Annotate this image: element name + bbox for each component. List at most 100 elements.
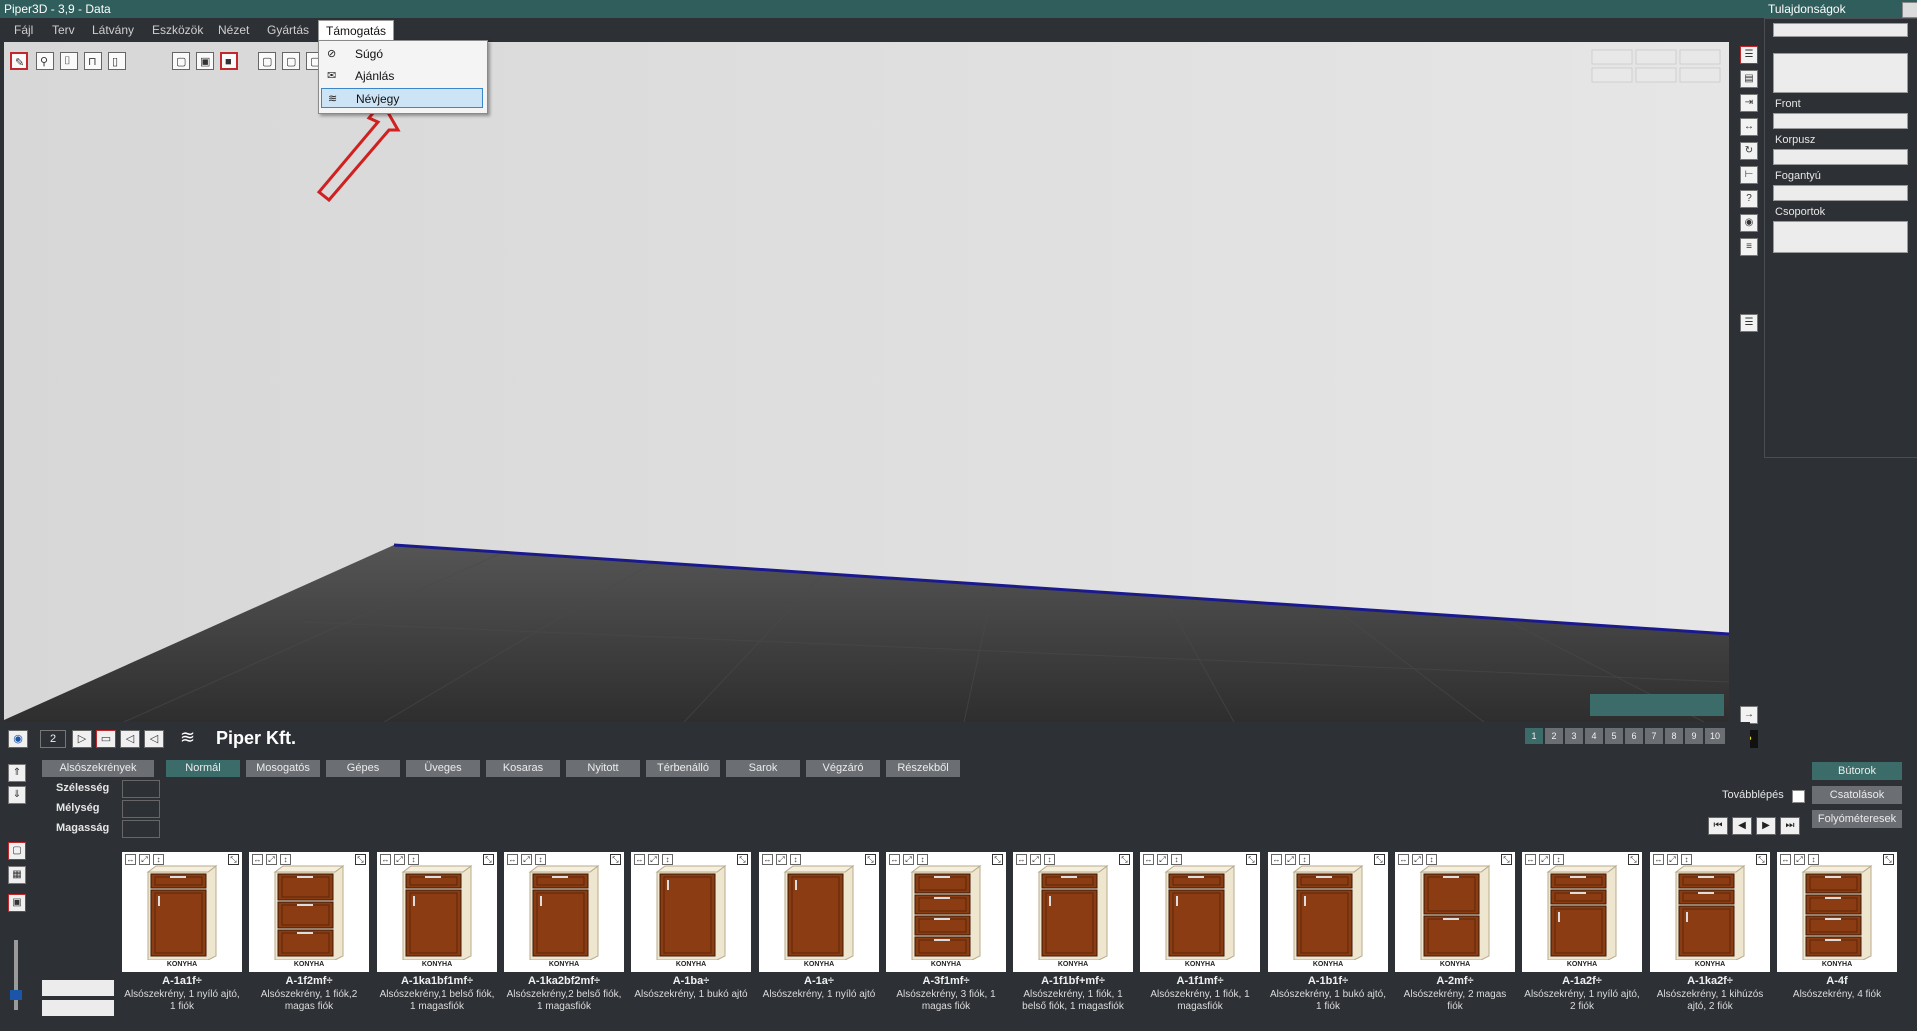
fogantyu-field[interactable] [1773,185,1908,201]
draw-mode-icon[interactable]: ✎ [10,52,28,70]
menu-item-nevjegy[interactable]: ≋ Névjegy [321,88,483,108]
cabinet-card[interactable]: ↔ ⤢ ↕ ⤡ KONYHA [1777,852,1897,972]
first-page-icon[interactable]: ⏮ [1708,817,1728,835]
menu-latvany[interactable]: Látvány [92,23,134,37]
folyometeresek-button[interactable]: Folyóméteresek [1812,810,1902,828]
category-kosaras[interactable]: Kosaras [486,760,560,777]
category-gepes[interactable]: Gépes [326,760,400,777]
3d-viewport[interactable] [4,42,1729,722]
front-field[interactable] [1773,113,1908,129]
cabinet-card[interactable]: ↔ ⤢ ↕ ⤡ KONYHA [1395,852,1515,972]
cube-front-icon[interactable]: ▢ [172,52,190,70]
category-mosogatos[interactable]: Mosogatós [246,760,320,777]
csatolasok-button[interactable]: Csatolások [1812,786,1902,804]
page-5[interactable]: 5 [1605,728,1623,744]
menu-item-ajanlas[interactable]: ✉ Ajánlás [321,66,483,86]
catalog-section-label[interactable]: Alsószekrények [42,760,154,777]
cabinet-card[interactable]: ↔ ⤢ ↕ ⤡ KONYHA [1522,852,1642,972]
page-3[interactable]: 3 [1565,728,1583,744]
category-sarok[interactable]: Sarok [726,760,800,777]
menu-fajl[interactable]: Fájl [14,23,33,37]
category-terbenallo[interactable]: Térbenálló [646,760,720,777]
cabinet-card[interactable]: ↔ ⤢ ↕ ⤡ KONYHA [631,852,751,972]
page-1[interactable]: 1 [1525,728,1543,744]
view-box-icon[interactable]: ▢ [258,52,276,70]
fogantyu-label: Fogantyú [1775,170,1821,182]
cabinet-card[interactable]: ↔ ⤢ ↕ ⤡ KONYHA [1013,852,1133,972]
view-number[interactable]: 2 [40,730,66,748]
measure-help-icon[interactable]: ? [1740,190,1758,208]
category-vegzaro[interactable]: Végzáró [806,760,880,777]
table-icon[interactable]: ⊓ [84,52,102,70]
color-layers-icon[interactable]: ≡ [1740,238,1758,256]
collapse-up-icon[interactable]: ⇑ [8,764,26,782]
menu-eszkozok[interactable]: Eszközök [152,23,203,37]
cube-side-icon[interactable]: ▣ [196,52,214,70]
page-8[interactable]: 8 [1665,728,1683,744]
page-10[interactable]: 10 [1705,728,1725,744]
align-icon[interactable]: ⊢ [1740,166,1758,184]
eye-icon[interactable]: ◉ [1740,214,1758,232]
csoportok-field[interactable] [1773,221,1908,253]
cabinet-card[interactable]: ↔ ⤢ ↕ ⤡ KONYHA [1268,852,1388,972]
next-page-icon[interactable]: ▶ [1756,817,1776,835]
frame-view-icon[interactable]: ▣ [8,894,26,912]
category-normal[interactable]: Normál [166,760,240,777]
menu-gyartas[interactable]: Gyártás [267,23,309,37]
list-icon[interactable]: ☰ [1740,314,1758,332]
properties-close-button[interactable] [1902,2,1917,18]
size-field-2[interactable] [42,1000,114,1016]
category-uveges[interactable]: Üveges [406,760,480,777]
menu-item-sugo[interactable]: ⊘ Súgó [321,44,483,64]
collapse-down-icon[interactable]: ⇓ [8,786,26,804]
eye-toggle-icon[interactable]: ◉ [8,730,28,748]
person-icon[interactable]: ⚲ [36,52,54,70]
resize-horizontal-icon[interactable]: ↔ [1740,118,1758,136]
single-view-icon[interactable]: ▢ [8,842,26,860]
page-2[interactable]: 2 [1545,728,1563,744]
menu-nezet[interactable]: Nézet [218,23,249,37]
step-back-icon[interactable]: ◁ [120,730,140,748]
cabinet-card[interactable]: ↔ ⤢ ↕ ⤡ KONYHA [886,852,1006,972]
category-reszekbol[interactable]: Részekből [886,760,960,777]
rewind-icon[interactable]: ◁ [144,730,164,748]
width-field[interactable] [122,780,160,798]
play-icon[interactable]: ▷ [72,730,92,748]
korpusz-field[interactable] [1773,149,1908,165]
cabinet-card[interactable]: ↔ ⤢ ↕ ⤡ KONYHA [249,852,369,972]
cabinet-card[interactable]: ↔ ⤢ ↕ ⤡ KONYHA [1140,852,1260,972]
view-box-alt-icon[interactable]: ▢ [282,52,300,70]
cabinet-card[interactable]: ↔ ⤢ ↕ ⤡ KONYHA [377,852,497,972]
properties-search-field[interactable] [1773,23,1908,37]
page-6[interactable]: 6 [1625,728,1643,744]
properties-list-icon[interactable]: ☰ [1740,46,1758,64]
grid-view-icon[interactable]: ▦ [8,866,26,884]
page-4[interactable]: 4 [1585,728,1603,744]
cabinet-card[interactable]: ↔ ⤢ ↕ ⤡ KONYHA [122,852,242,972]
page-7[interactable]: 7 [1645,728,1663,744]
category-nyitott[interactable]: Nyitott [566,760,640,777]
height-field[interactable] [122,820,160,838]
menu-tamogatas[interactable]: Támogatás [318,20,395,41]
prev-page-icon[interactable]: ◀ [1732,817,1752,835]
continue-checkbox[interactable] [1792,790,1805,803]
last-page-icon[interactable]: ⏭ [1780,817,1800,835]
cabinet-icon[interactable]: ▤ [1740,70,1758,88]
move-right-icon[interactable]: ⇥ [1740,94,1758,112]
cabinet-description: Alsószekrény, 1 nyíló ajtó [762,989,876,1000]
rotate-icon[interactable]: ↻ [1740,142,1758,160]
page-9[interactable]: 9 [1685,728,1703,744]
depth-field[interactable] [122,800,160,818]
size-field-1[interactable] [42,980,114,996]
cube-solid-icon[interactable]: ■ [220,52,238,70]
cabinet-card[interactable]: ↔ ⤢ ↕ ⤡ KONYHA [1650,852,1770,972]
cabinet-card[interactable]: ↔ ⤢ ↕ ⤡ KONYHA [504,852,624,972]
butorok-button[interactable]: Bútorok [1812,762,1902,780]
zoom-slider-thumb[interactable] [10,990,22,1000]
stop-icon[interactable]: ▭ [96,730,116,748]
chair-icon[interactable]: ⌷ [60,52,78,70]
menu-terv[interactable]: Terv [52,23,75,37]
cup-icon[interactable]: ▯ [108,52,126,70]
menu-item-ajanlas-label: Ajánlás [355,69,395,83]
cabinet-card[interactable]: ↔ ⤢ ↕ ⤡ KONYHA [759,852,879,972]
